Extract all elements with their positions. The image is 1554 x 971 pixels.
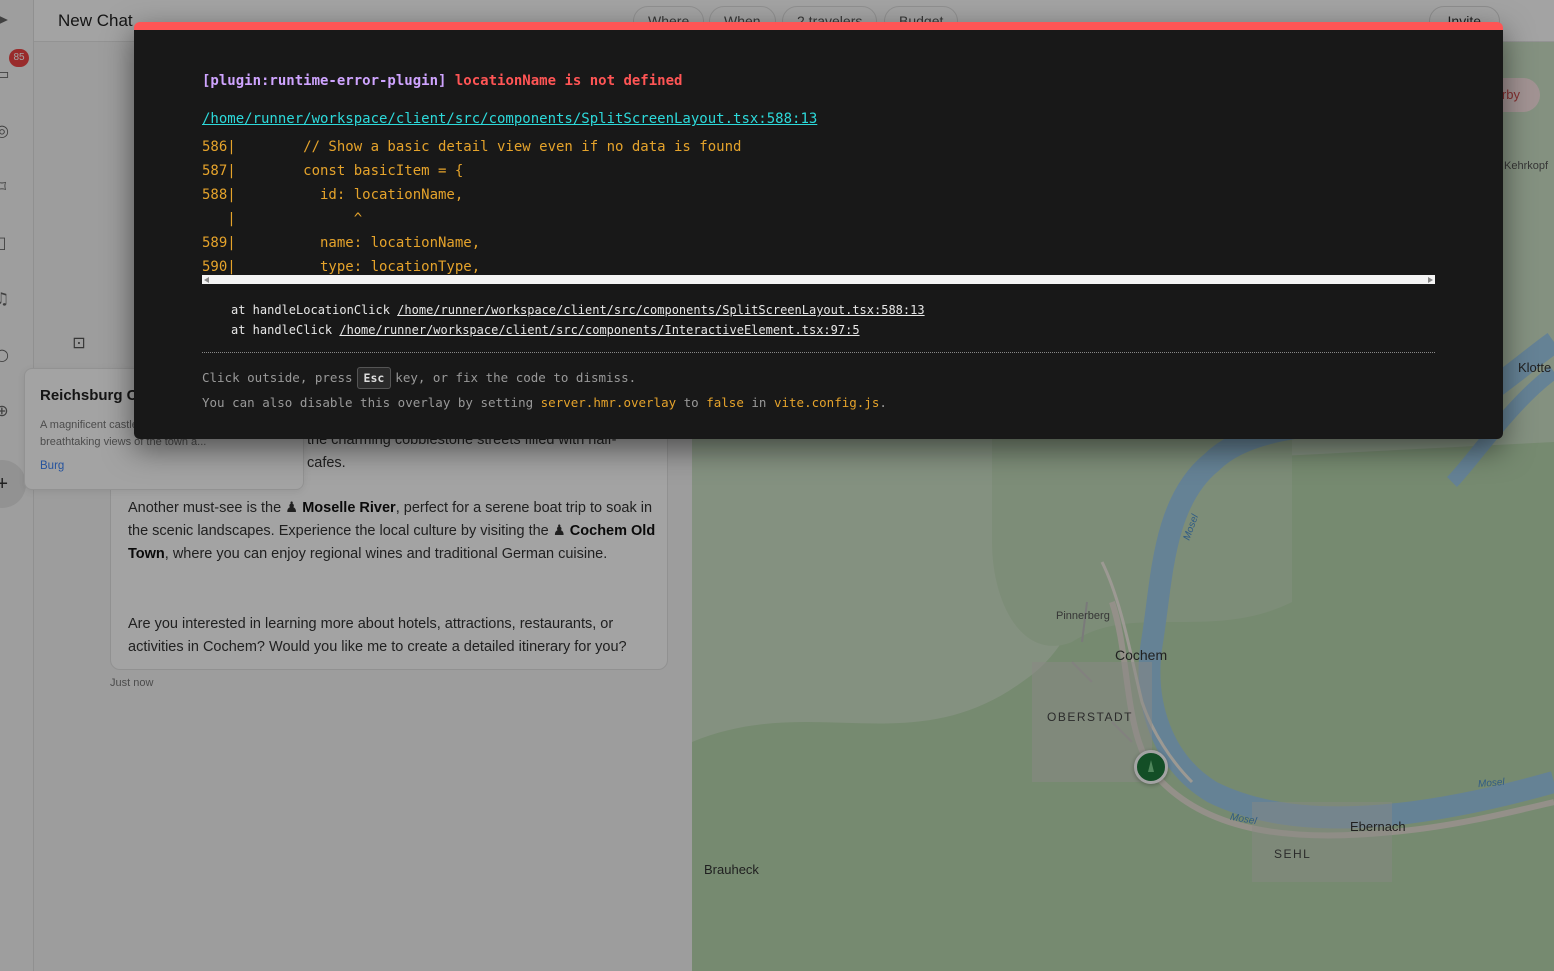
code-line: | ^ — [202, 211, 363, 227]
code-frame: 586| // Show a basic detail view even if… — [202, 135, 1435, 279]
stack-file-link[interactable]: /home/runner/workspace/client/src/compon… — [339, 323, 859, 337]
error-file-link[interactable]: /home/runner/workspace/client/src/compon… — [202, 111, 817, 127]
error-header: [plugin:runtime-error-plugin] locationNa… — [202, 73, 682, 89]
error-overlay: [plugin:runtime-error-plugin] locationNa… — [134, 22, 1503, 439]
code-line: 589| name: locationName, — [202, 235, 481, 251]
esc-key: Esc — [356, 367, 392, 389]
code-frame-scrollbar[interactable] — [202, 275, 1435, 284]
stack-line: at handleClick /home/runner/workspace/cl… — [231, 323, 860, 337]
code-line: 586| // Show a basic detail view even if… — [202, 139, 742, 155]
stack-file-link[interactable]: /home/runner/workspace/client/src/compon… — [397, 303, 924, 317]
stack-line: at handleLocationClick /home/runner/work… — [231, 303, 925, 317]
dismiss-tip: Click outside, press Esc key, or fix the c… — [202, 367, 636, 389]
error-plugin: [plugin:runtime-error-plugin] — [202, 73, 447, 89]
error-message: locationName is not defined — [454, 73, 683, 89]
disable-tip: You can also disable this overlay by set… — [202, 395, 887, 410]
code-line: 588| id: locationName, — [202, 187, 464, 203]
code-line: 587| const basicItem = { — [202, 163, 464, 179]
divider — [202, 352, 1435, 353]
